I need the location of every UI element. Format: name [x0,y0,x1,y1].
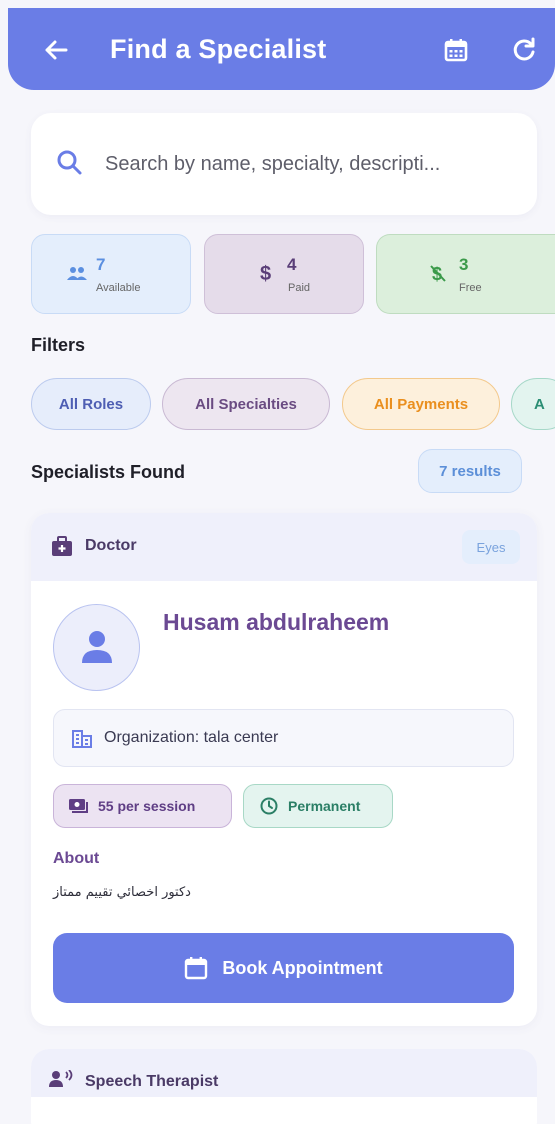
stat-free-value: 3 [459,255,469,274]
about-text: دكتور اخصائي تقييم ممتاز [53,885,191,900]
results-heading: Specialists Found [31,462,186,482]
stat-free[interactable]: $ 3 Free [376,234,555,314]
medical-bag-icon [52,536,72,556]
price-badge: 55 per session [53,784,232,828]
people-icon [67,267,87,280]
employment-type-text: Permanent [288,798,361,814]
building-icon [72,730,92,748]
card-header: Doctor Eyes [31,513,537,581]
price-text: 55 per session [98,798,196,814]
specialist-role: Speech Therapist [85,1073,219,1090]
about-heading: About [53,850,100,867]
stat-paid-label: Paid [288,282,311,294]
stat-available[interactable]: 7 Available [31,234,191,314]
page-title: Find a Specialist [110,34,327,64]
app-bar: Find a Specialist [8,8,555,90]
arrow-left-icon[interactable] [38,32,74,68]
svg-text:$: $ [432,264,442,284]
calendar-icon [185,957,208,980]
search-box [31,113,537,215]
stat-available-value: 7 [96,255,106,274]
organization-box: Organization: tala center [53,709,514,767]
filter-chip-specialties[interactable]: All Specialties [162,378,330,430]
results-count-badge: 7 results [418,449,522,493]
calendar-icon[interactable] [440,34,472,66]
stat-paid-value: 4 [287,255,297,274]
specialist-name: Husam abdulraheem [163,609,390,635]
filter-chip-roles[interactable]: All Roles [31,378,151,430]
specialist-card: Doctor Eyes Husam abdulraheem Organizati… [31,513,537,1026]
filter-chip-more[interactable]: A [511,378,555,430]
filter-chip-payments[interactable]: All Payments [342,378,500,430]
stat-available-label: Available [96,282,141,294]
specialist-role: Doctor [85,537,137,554]
avatar [53,604,140,691]
money-off-icon: $ [430,264,446,284]
dollar-icon: $ [260,263,271,284]
search-icon [57,150,82,175]
book-appointment-button[interactable]: Book Appointment [53,933,514,1003]
search-input[interactable] [105,145,525,183]
stat-free-label: Free [459,282,482,294]
organization-text: Organization: tala center [104,729,279,746]
filters-heading: Filters [31,335,86,355]
specialty-tag: Eyes [462,530,520,564]
payments-icon [69,799,88,813]
screen: Find a Specialist 7 Available [0,0,555,1124]
person-icon [82,631,112,663]
clock-icon [260,797,278,815]
book-appointment-label: Book Appointment [222,957,383,978]
stat-paid[interactable]: $ 4 Paid [204,234,364,314]
refresh-icon[interactable] [508,34,540,66]
employment-type-badge: Permanent [243,784,393,828]
speaking-person-icon [49,1070,73,1087]
svg-text:$: $ [260,263,271,284]
